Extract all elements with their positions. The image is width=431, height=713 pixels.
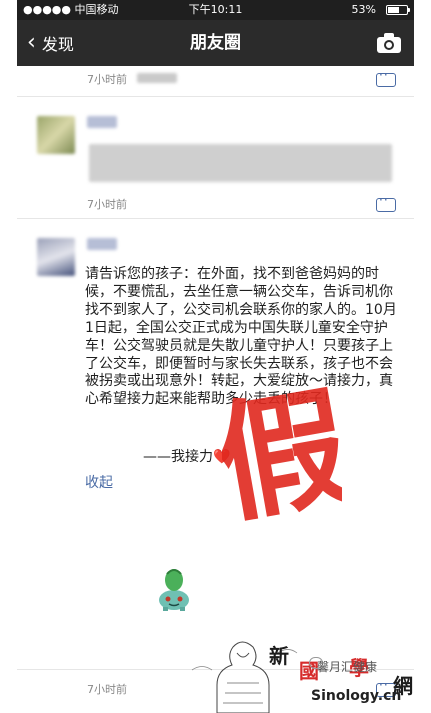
collapse-link[interactable]: 收起 [85, 472, 113, 492]
page-title: 朋友圈 [190, 33, 241, 53]
relay-line: ——我接力❤️ [143, 446, 230, 466]
watermark-xin: 新 [269, 644, 289, 668]
avatar[interactable] [37, 238, 75, 276]
post-time: 7小时前 [87, 683, 127, 696]
blurred-source [137, 73, 177, 83]
comment-icon[interactable] [376, 193, 396, 212]
watermark-site: Sinology.cn [311, 688, 402, 704]
relay-text: ——我接力 [143, 449, 213, 465]
watermark-account: 馨月汇健康 [317, 660, 378, 674]
bulbasaur-sticker [159, 569, 189, 611]
blurred-name[interactable] [87, 116, 117, 128]
battery-fill [388, 7, 399, 13]
avatar[interactable] [37, 116, 75, 154]
divider [17, 218, 414, 219]
phone-screen: ●●●●● 中国移动 下午10:11 53% ‹ 发现 朋友圈 7小时前 ·· … [17, 0, 414, 713]
post-time: 7小时前 [87, 73, 127, 86]
status-icons: 53% [351, 0, 410, 20]
fake-stamp-text: 假 [222, 376, 342, 526]
battery-icon [386, 5, 410, 15]
status-bar: ●●●●● 中国移动 下午10:11 53% [17, 0, 414, 20]
moments-feed: 7小时前 7小时前 请告诉您的孩子：在外面，找不到爸爸妈妈的时候，不要慌乱，去坐… [17, 66, 414, 713]
comment-icon[interactable] [376, 68, 396, 87]
divider [17, 96, 414, 97]
camera-icon[interactable] [376, 32, 402, 54]
navigation-bar: ‹ 发现 朋友圈 [17, 20, 414, 66]
blurred-content [89, 144, 392, 182]
blurred-name[interactable] [87, 238, 117, 250]
post-time: 7小时前 [87, 198, 127, 211]
watermark-bust-illustration [191, 641, 298, 713]
battery-percent: 53% [351, 3, 376, 16]
fake-stamp-mark: 假 [222, 376, 342, 526]
